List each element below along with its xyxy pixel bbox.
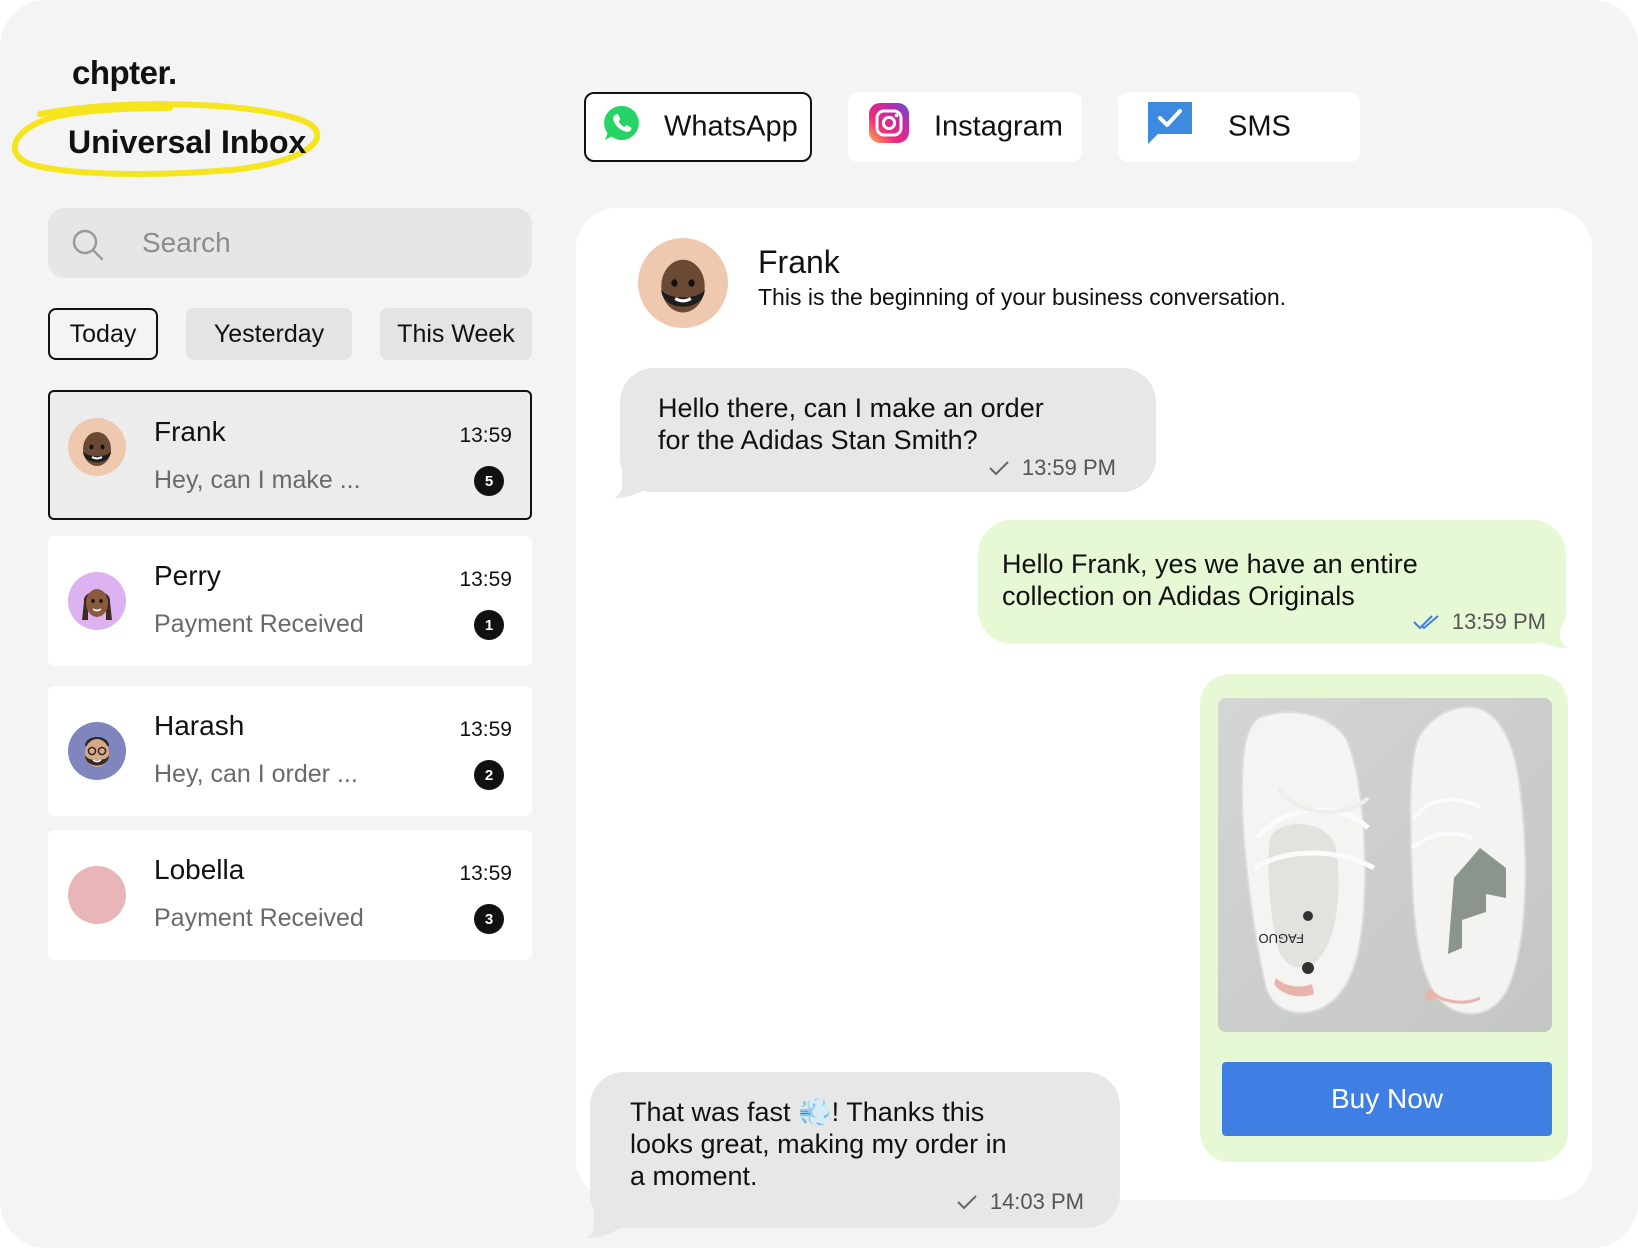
whatsapp-icon [602,103,642,151]
search-input[interactable] [142,222,502,264]
double-check-icon [1413,615,1439,630]
inbox-title-highlight: Universal Inbox [10,100,326,178]
conversation-item-harash[interactable]: Harash 13:59 Hey, can I order ... 2 [48,686,532,816]
conversation-preview: Hey, can I order ... [154,760,358,788]
message-meta: 13:59 PM [988,452,1116,484]
filter-today[interactable]: Today [48,308,158,360]
unread-badge: 1 [474,610,504,640]
product-image[interactable]: FAGUO [1218,698,1552,1032]
message-text-line: Hello Frank, yes we have an entire [1002,549,1418,579]
message-outgoing: Hello Frank, yes we have an entire colle… [978,520,1566,644]
instagram-icon [868,102,910,152]
memoji-woman-braids-icon [82,589,112,620]
sms-icon [1146,100,1194,154]
conversation-name: Harash [154,710,245,741]
avatar [68,722,126,780]
message-meta: 14:03 PM [956,1186,1084,1218]
tab-sms-label: SMS [1228,110,1291,143]
tab-whatsapp-label: WhatsApp [664,110,798,143]
message-time: 13:59 PM [1451,609,1546,634]
unread-badge: 5 [474,466,504,496]
brand-logo: chpter. [72,54,177,91]
conversation-item-lobella[interactable]: Lobella 13:59 Payment Received 3 [48,830,532,960]
search-icon [72,229,104,266]
message-text-line: Hello there, can I make an order [658,393,1044,423]
memoji-man-beard-icon [83,432,111,466]
conversation-name: Perry [154,560,221,591]
filter-yesterday[interactable]: Yesterday [186,308,352,360]
conversation-time: 13:59 [459,568,512,591]
tab-instagram-label: Instagram [934,110,1063,143]
contact-avatar [638,238,728,328]
message-text-line: for the Adidas Stan Smith? [658,425,978,455]
message-text-line: collection on Adidas Originals [1002,581,1355,611]
conversation-time: 13:59 [459,862,512,885]
message-incoming: That was fast 💨! Thanks this looks great… [590,1072,1120,1228]
sneakers-illustration: FAGUO [1218,698,1552,1032]
tab-instagram[interactable]: Instagram [848,92,1082,162]
contact-name: Frank [758,244,840,280]
memoji-man-beard-icon [661,259,705,313]
message-time: 13:59 PM [1021,455,1116,480]
conversation-item-perry[interactable]: Perry 13:59 Payment Received 1 [48,536,532,666]
search-bar[interactable] [48,208,532,278]
single-check-icon [957,1195,977,1210]
conversation-time: 13:59 [459,718,512,741]
conversation-preview: Hey, can I make ... [154,466,361,494]
buy-now-button[interactable]: Buy Now [1222,1062,1552,1136]
message-text-line: That was fast 💨! Thanks this [630,1097,985,1127]
conversation-preview: Payment Received [154,610,364,638]
conversation-subtitle: This is the beginning of your business c… [758,284,1287,310]
conversation-time: 13:59 [459,424,512,447]
conversation-name: Lobella [154,854,245,885]
avatar [68,866,126,924]
page-title: Universal Inbox [68,124,307,160]
conversation-name: Frank [154,416,226,447]
tab-sms[interactable]: SMS [1118,92,1360,162]
memoji-man-glasses-icon [85,737,109,767]
avatar [68,418,126,476]
conversation-preview: Payment Received [154,904,364,932]
avatar [68,572,126,630]
single-check-icon [989,461,1009,476]
message-text-line: looks great, making my order in [630,1129,1007,1159]
unread-badge: 3 [474,904,504,934]
message-time: 14:03 PM [989,1189,1084,1214]
filter-this-week[interactable]: This Week [380,308,532,360]
app-window: chpter. Universal Inbox WhatsApp Instagr… [0,0,1638,1248]
tab-whatsapp[interactable]: WhatsApp [584,92,812,162]
message-meta: 13:59 PM [1412,606,1546,638]
message-incoming: Hello there, can I make an order for the… [620,368,1156,492]
unread-badge: 2 [474,760,504,790]
message-text-line: a moment. [630,1161,758,1191]
shoe-brand-label: FAGUO [1258,931,1304,946]
conversation-item-frank[interactable]: Frank 13:59 Hey, can I make ... 5 [48,390,532,520]
